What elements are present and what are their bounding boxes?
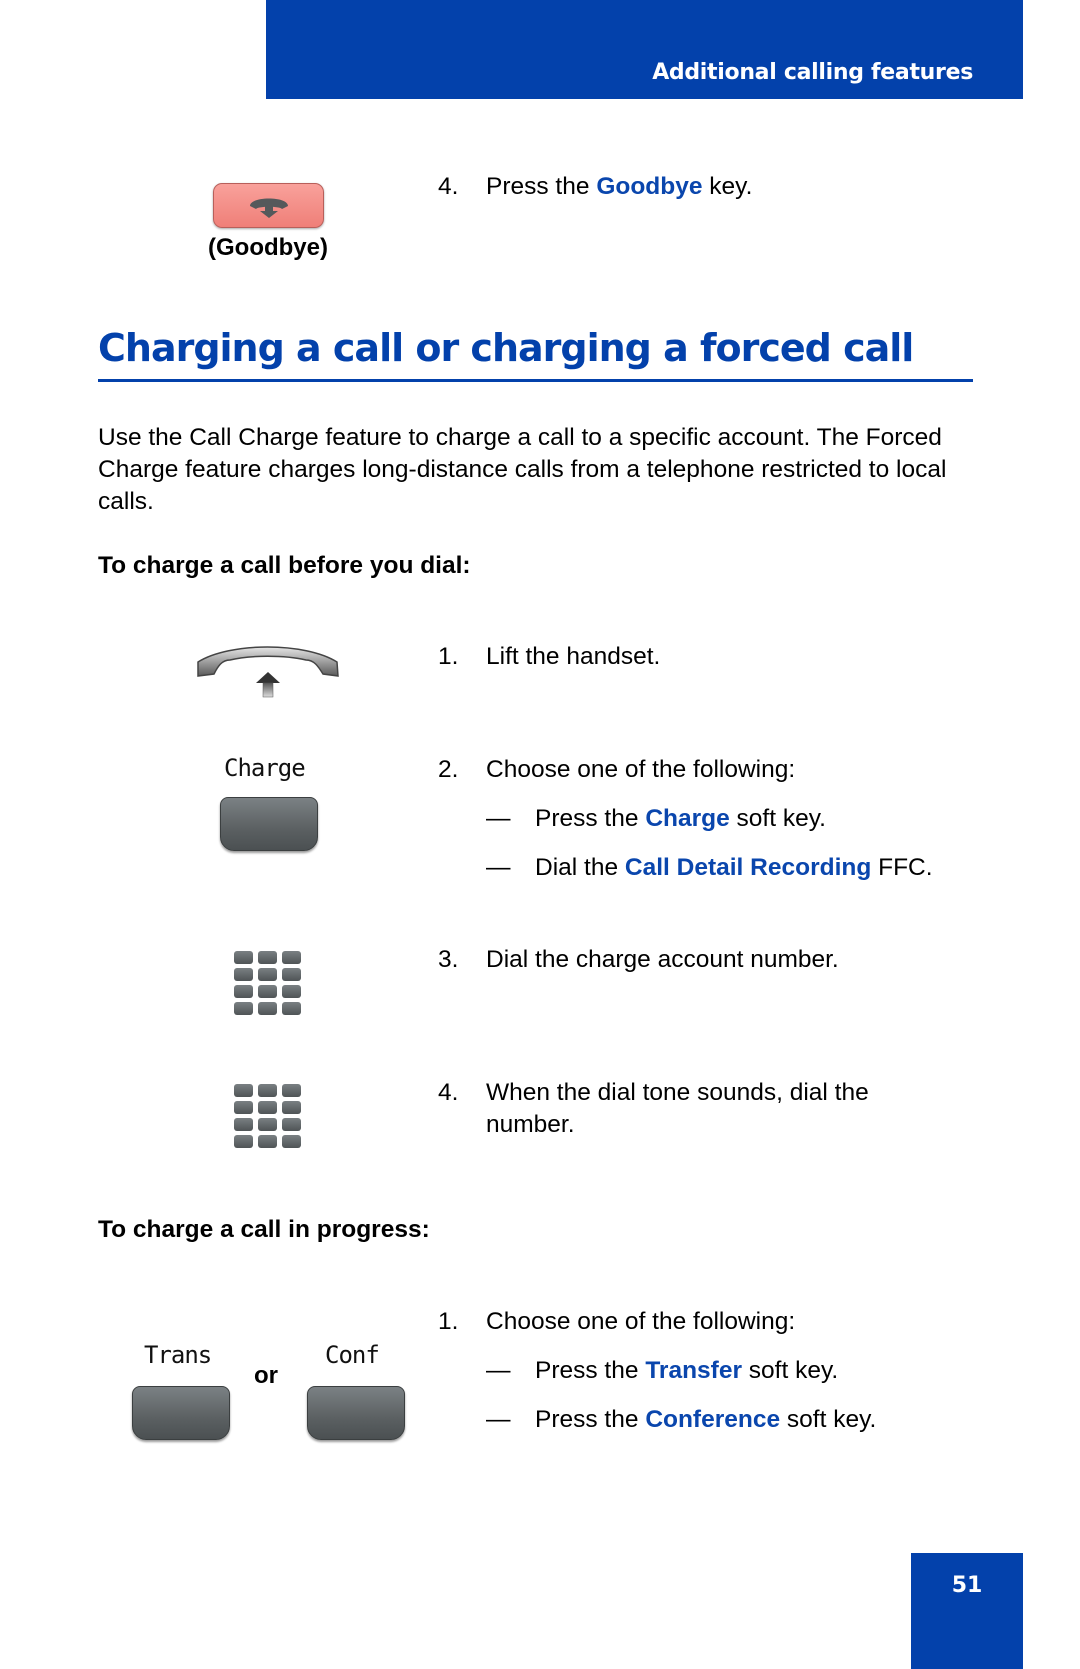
lift-handset-icon <box>197 646 339 698</box>
option-dash: — <box>486 1357 511 1384</box>
dialpad-icon <box>234 951 301 1015</box>
conf-lcd-label: Conf <box>325 1341 380 1369</box>
step-text: Choose one of the following: <box>486 1308 796 1335</box>
step-text: Lift the handset. <box>486 643 661 670</box>
page-number: 51 <box>951 1573 983 1598</box>
goodbye-key-icon <box>213 183 324 228</box>
header-bar: Additional calling features <box>266 0 1023 99</box>
step-number: 4. <box>438 173 459 200</box>
title-underline <box>98 379 973 382</box>
step-text: Dial the charge account number. <box>486 946 839 973</box>
transfer-soft-key-icon <box>132 1386 230 1440</box>
procedure-heading-in-progress: To charge a call in progress: <box>98 1216 430 1243</box>
step-number: 3. <box>438 946 459 973</box>
step-number: 1. <box>438 1308 459 1335</box>
step-number: 4. <box>438 1079 459 1106</box>
trans-lcd-label: Trans <box>144 1341 212 1369</box>
page-number-box: 51 <box>911 1553 1023 1669</box>
conference-key-name: Conference <box>645 1406 781 1433</box>
section-header-title: Additional calling features <box>652 60 973 85</box>
procedure-heading-before-dial: To charge a call before you dial: <box>98 552 471 579</box>
intro-paragraph: Use the Call Charge feature to charge a … <box>98 424 947 515</box>
transfer-key-name: Transfer <box>645 1357 742 1384</box>
step-text: When the dial tone sounds, dial the <box>486 1079 869 1106</box>
step-text: Choose one of the following: <box>486 756 796 783</box>
option-dash: — <box>486 805 511 832</box>
section-title: Charging a call or charging a forced cal… <box>98 326 914 370</box>
goodbye-key-label: (Goodbye) <box>208 234 328 261</box>
charge-soft-key-icon <box>220 797 318 851</box>
step-text: number. <box>486 1111 575 1138</box>
step-text: Press the Goodbye key. <box>486 173 753 200</box>
dialpad-icon <box>234 1084 301 1148</box>
step-number: 2. <box>438 756 459 783</box>
goodbye-key-name: Goodbye <box>596 173 703 200</box>
step-number: 1. <box>438 643 459 670</box>
option-dash: — <box>486 854 511 881</box>
cdr-ffc-name: Call Detail Recording <box>624 854 872 881</box>
hang-up-icon <box>250 198 288 218</box>
conference-soft-key-icon <box>307 1386 405 1440</box>
charge-key-name: Charge <box>645 805 730 832</box>
charge-lcd-label: Charge <box>224 754 306 782</box>
option-dash: — <box>486 1406 511 1433</box>
or-label: or <box>254 1362 278 1389</box>
